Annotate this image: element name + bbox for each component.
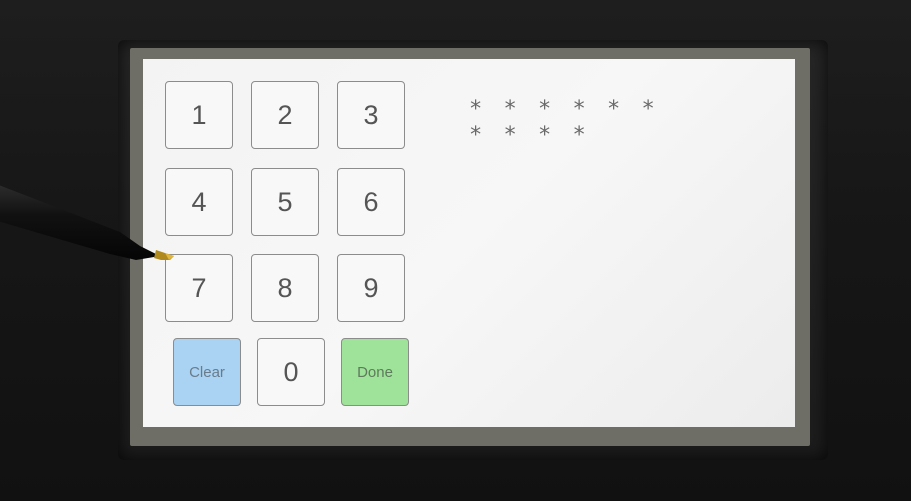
key-1[interactable]: 1: [165, 81, 233, 149]
done-button[interactable]: Done: [341, 338, 409, 406]
key-4[interactable]: 4: [165, 168, 233, 236]
pin-display: * * * * * * * * * *: [469, 97, 689, 149]
key-7[interactable]: 7: [165, 254, 233, 322]
key-0[interactable]: 0: [257, 338, 325, 406]
key-5[interactable]: 5: [251, 168, 319, 236]
key-9[interactable]: 9: [337, 254, 405, 322]
key-2[interactable]: 2: [251, 81, 319, 149]
pin-mask-line-2: * * * *: [469, 123, 590, 148]
key-3[interactable]: 3: [337, 81, 405, 149]
pin-keypad: 1 2 3 4 5 6 7 8 9 Clear 0 Done: [165, 81, 413, 411]
touch-screen: 1 2 3 4 5 6 7 8 9 Clear 0 Done * * * * *…: [143, 59, 795, 427]
device-scene: 1 2 3 4 5 6 7 8 9 Clear 0 Done * * * * *…: [0, 0, 911, 501]
key-6[interactable]: 6: [337, 168, 405, 236]
pin-mask-line-1: * * * * * *: [469, 97, 659, 122]
clear-button[interactable]: Clear: [173, 338, 241, 406]
key-8[interactable]: 8: [251, 254, 319, 322]
